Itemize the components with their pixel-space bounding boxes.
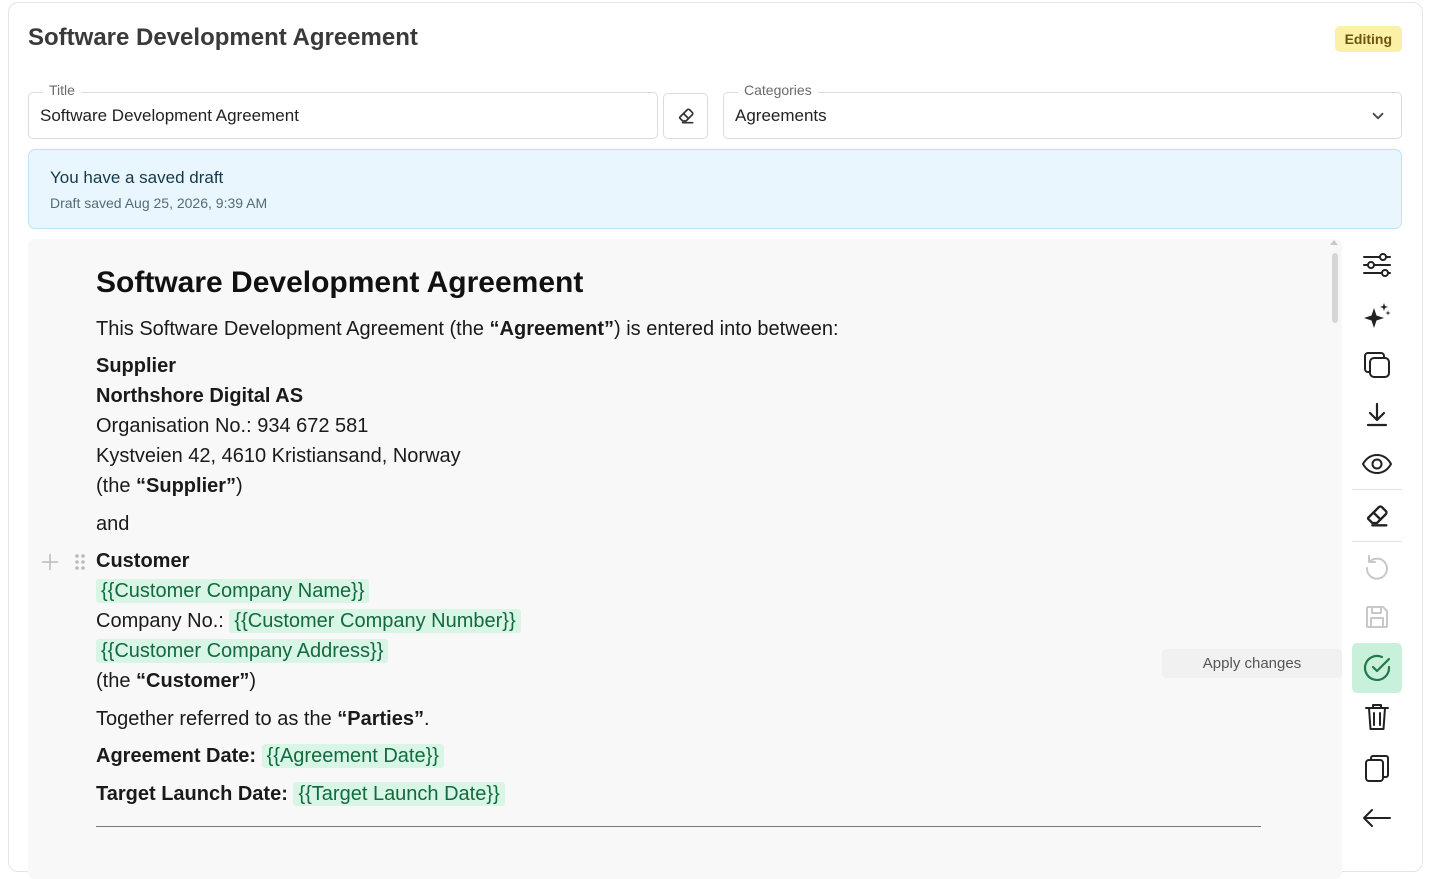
customer-address-line[interactable]: {{Customer Company Address}}: [96, 639, 389, 663]
toolbar-separator: [1352, 541, 1402, 542]
editor-scrollbar[interactable]: [1332, 253, 1338, 323]
launch-date-label: Target Launch Date:: [96, 783, 288, 805]
customer-name-line[interactable]: {{Customer Company Name}}: [96, 579, 370, 603]
company-no-label: Company No.:: [96, 610, 230, 632]
document-heading[interactable]: Software Development Agreement: [96, 266, 583, 300]
revert-button[interactable]: [1356, 546, 1398, 588]
categories-select[interactable]: Categories Agreements: [723, 82, 1402, 139]
settings-sliders-icon: [1363, 253, 1391, 277]
supplier-definition[interactable]: (the “Supplier”): [96, 474, 243, 498]
duplicate-button[interactable]: [1356, 344, 1398, 386]
plus-icon: [41, 553, 59, 571]
parties-term: “Parties”: [337, 708, 424, 730]
settings-button[interactable]: [1356, 244, 1398, 286]
status-badge: Editing: [1334, 26, 1402, 52]
agreement-date-label: Agreement Date:: [96, 745, 257, 767]
drag-handle[interactable]: [74, 552, 86, 577]
title-field-label: Title: [43, 82, 81, 98]
clear-format-button[interactable]: [1356, 495, 1398, 537]
intro-term: “Agreement”: [489, 318, 615, 340]
title-field[interactable]: Title Software Development Agreement: [28, 82, 658, 139]
customer-address-variable[interactable]: {{Customer Company Address}}: [96, 639, 389, 663]
customer-def-suffix: ): [249, 670, 257, 692]
draft-notice-timestamp: Draft saved Aug 25, 2026, 9:39 AM: [50, 195, 268, 211]
and-text[interactable]: and: [96, 512, 129, 536]
save-button[interactable]: [1356, 596, 1398, 638]
parties-paragraph[interactable]: Together referred to as the “Parties”.: [96, 707, 430, 731]
intro-paragraph[interactable]: This Software Development Agreement (the…: [96, 317, 839, 341]
back-button[interactable]: [1356, 797, 1398, 839]
launch-date-variable[interactable]: {{Target Launch Date}}: [293, 782, 505, 806]
preview-button[interactable]: [1356, 443, 1398, 485]
add-block-button[interactable]: [40, 552, 60, 577]
apply-changes-button[interactable]: [1356, 647, 1398, 689]
customer-name-variable[interactable]: {{Customer Company Name}}: [96, 579, 370, 603]
categories-value: Agreements: [735, 106, 827, 125]
revert-icon: [1365, 555, 1388, 580]
ai-sparkle-icon: [1364, 303, 1391, 328]
customer-definition[interactable]: (the “Customer”): [96, 669, 256, 693]
launch-date-line[interactable]: Target Launch Date: {{Target Launch Date…: [96, 782, 505, 806]
page-title: Software Development Agreement: [28, 24, 418, 51]
parties-suffix: .: [423, 708, 430, 730]
drag-handle-icon: [75, 554, 85, 570]
delete-button[interactable]: [1356, 696, 1398, 738]
intro-suffix: ) is entered into between:: [614, 318, 839, 340]
title-field-value[interactable]: Software Development Agreement: [40, 106, 299, 126]
duplicate-icon: [1364, 352, 1390, 378]
intro-prefix: This Software Development Agreement (the: [96, 318, 490, 340]
eraser-icon: [1366, 505, 1388, 527]
customer-number-line[interactable]: Company No.: {{Customer Company Number}}: [96, 609, 521, 633]
ai-assist-button[interactable]: [1356, 294, 1398, 336]
chevron-down-icon[interactable]: [1369, 107, 1387, 125]
apply-check-icon: [1363, 654, 1391, 681]
supplier-org-number[interactable]: Organisation No.: 934 672 581: [96, 414, 368, 438]
customer-label[interactable]: Customer: [96, 549, 189, 573]
draft-notice-title: You have a saved draft: [50, 168, 224, 187]
agreement-date-line[interactable]: Agreement Date: {{Agreement Date}}: [96, 744, 444, 768]
save-icon: [1366, 606, 1388, 628]
copy-icon: [1365, 755, 1389, 782]
clear-title-button[interactable]: [663, 93, 708, 139]
customer-number-variable[interactable]: {{Customer Company Number}}: [229, 609, 521, 633]
supplier-name[interactable]: Northshore Digital AS: [96, 384, 303, 408]
supplier-address[interactable]: Kystveien 42, 4610 Kristiansand, Norway: [96, 444, 461, 468]
customer-def-term: “Customer”: [136, 670, 250, 692]
back-arrow-icon: [1363, 809, 1391, 827]
toolbar-separator: [1352, 489, 1402, 490]
preview-eye-icon: [1361, 453, 1393, 475]
saved-draft-notice[interactable]: You have a saved draft Draft saved Aug 2…: [28, 149, 1402, 229]
horizontal-rule: [96, 826, 1261, 827]
apply-changes-tooltip: Apply changes: [1162, 649, 1342, 678]
supplier-def-suffix: ): [236, 475, 243, 497]
eraser-icon: [678, 108, 694, 124]
parties-prefix: Together referred to as the: [96, 708, 338, 730]
copy-button[interactable]: [1356, 747, 1398, 789]
download-button[interactable]: [1356, 394, 1398, 436]
scroll-up-arrow[interactable]: [1330, 240, 1338, 245]
categories-label: Categories: [738, 82, 818, 98]
supplier-label[interactable]: Supplier: [96, 354, 176, 378]
supplier-def-prefix: (the: [96, 475, 137, 497]
customer-def-prefix: (the: [96, 670, 137, 692]
download-icon: [1366, 402, 1388, 427]
supplier-def-term: “Supplier”: [136, 475, 237, 497]
agreement-date-variable[interactable]: {{Agreement Date}}: [261, 744, 444, 768]
delete-trash-icon: [1365, 704, 1389, 730]
